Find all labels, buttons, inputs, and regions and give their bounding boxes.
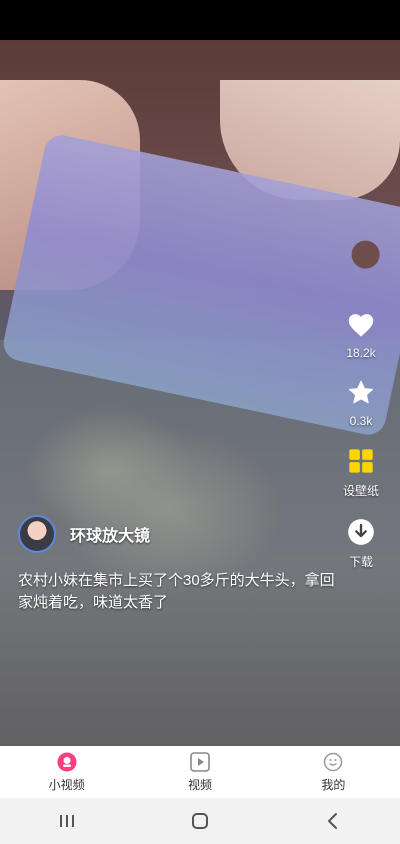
- tab-video[interactable]: 视频: [133, 746, 266, 798]
- status-bar: [0, 0, 400, 40]
- like-button[interactable]: 18.2k: [346, 310, 376, 360]
- star-icon: [346, 378, 376, 408]
- author-info[interactable]: 环球放大镜: [18, 515, 150, 553]
- set-wallpaper-button[interactable]: 设壁纸: [343, 446, 379, 499]
- system-nav-bar: [0, 798, 400, 844]
- favorite-count: 0.3k: [349, 414, 373, 428]
- tab-video-label: 视频: [187, 777, 212, 792]
- video-caption: 农村小妹在集市上买了个30多斤的大牛头，拿回家炖着吃，味道太香了: [18, 572, 335, 611]
- grid-icon: [346, 446, 376, 476]
- tab-short-video[interactable]: 小视频: [0, 746, 133, 798]
- recent-apps-icon: [59, 815, 74, 827]
- download-icon: [346, 517, 376, 547]
- favorite-button[interactable]: 0.3k: [346, 378, 376, 428]
- profile-icon: [323, 752, 343, 772]
- download-button[interactable]: 下载: [346, 517, 376, 570]
- action-rail: 18.2k 0.3k 设壁纸 下载: [330, 310, 392, 588]
- tab-short-video-label: 小视频: [48, 777, 85, 792]
- author-name[interactable]: 环球放大镜: [70, 522, 150, 546]
- home-button[interactable]: [180, 805, 220, 837]
- like-count: 18.2k: [346, 346, 376, 360]
- back-button[interactable]: [313, 805, 353, 837]
- recent-apps-button[interactable]: [47, 805, 87, 837]
- short-video-icon: [57, 752, 77, 772]
- video-play-icon: [190, 751, 210, 772]
- tab-profile[interactable]: 我的: [267, 746, 400, 798]
- home-icon: [191, 813, 208, 829]
- download-label: 下载: [348, 555, 373, 569]
- cleaver-hole: [348, 238, 383, 272]
- bottom-tab-bar: 小视频 视频 我的: [0, 746, 400, 798]
- heart-icon: [346, 310, 376, 340]
- avatar[interactable]: [18, 515, 56, 553]
- back-icon: [328, 813, 338, 829]
- set-wallpaper-label: 设壁纸: [342, 484, 379, 498]
- tab-profile-label: 我的: [321, 777, 346, 792]
